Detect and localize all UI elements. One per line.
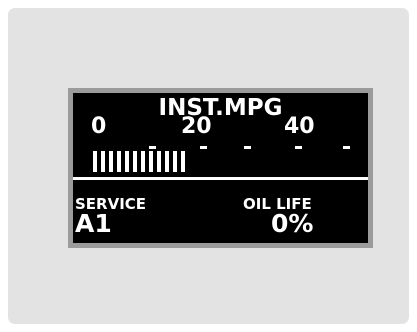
- scale-minor-tick: [295, 146, 302, 149]
- scale-minor-tick: [343, 146, 350, 149]
- service-code: A1: [75, 209, 112, 238]
- gauge-segment: [165, 151, 169, 172]
- gauge-segment: [125, 151, 129, 172]
- display-screen: INST.MPG 0 20 40 SERVICE OIL LIFE A1 0%: [73, 93, 368, 243]
- mpg-title: INST.MPG: [158, 95, 283, 121]
- scale-minor-tick: [200, 146, 207, 149]
- scale-minor-tick: [149, 146, 156, 149]
- gauge-segment: [157, 151, 161, 172]
- gauge-segment: [173, 151, 177, 172]
- gauge-segment: [109, 151, 113, 172]
- scale-label-0: 0: [91, 114, 107, 139]
- oil-life-value: 0%: [271, 209, 314, 238]
- gauge-segment: [149, 151, 153, 172]
- gauge-segment: [181, 151, 185, 172]
- gauge-segment: [93, 151, 97, 172]
- scale-label-40: 40: [284, 114, 315, 139]
- driver-information-display: INST.MPG 0 20 40 SERVICE OIL LIFE A1 0%: [68, 88, 373, 248]
- gauge-segment: [117, 151, 121, 172]
- scale-minor-tick: [244, 146, 251, 149]
- divider-line: [73, 177, 368, 180]
- gauge-segment: [133, 151, 137, 172]
- gauge-segment: [141, 151, 145, 172]
- scale-label-20: 20: [181, 114, 212, 139]
- gauge-segment: [101, 151, 105, 172]
